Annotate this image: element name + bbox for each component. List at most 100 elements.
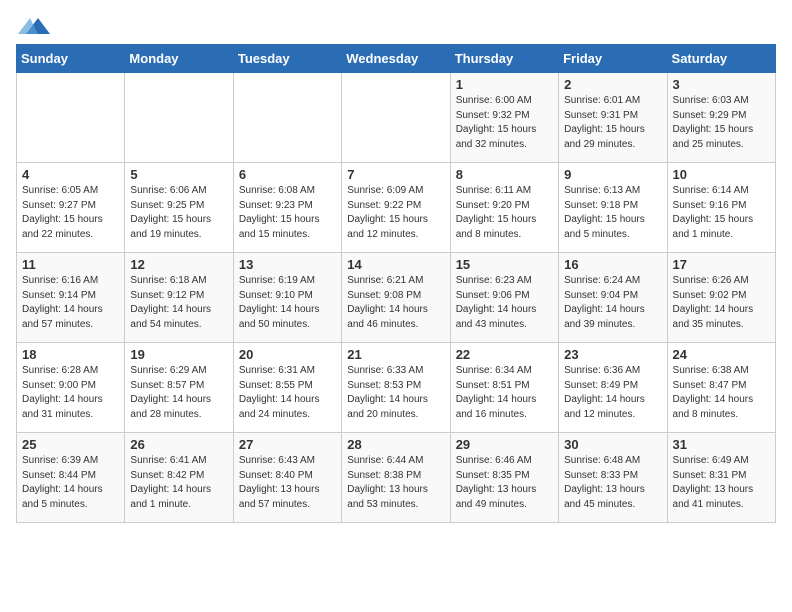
calendar-week-2: 4 Sunrise: 6:05 AM Sunset: 9:27 PM Daylig… (17, 163, 776, 253)
day-info: Sunrise: 6:48 AM Sunset: 8:33 PM Dayligh… (564, 454, 661, 512)
day-number: 18 (22, 347, 119, 362)
calendar-cell: 14 Sunrise: 6:21 AM Sunset: 9:08 PM Dayli… (342, 253, 450, 343)
calendar-cell: 17Sunrise: 6:26 AM Sunset: 9:02 PM Dayli… (667, 253, 775, 343)
calendar-week-3: 11Sunrise: 6:16 AM Sunset: 9:14 PM Dayli… (17, 253, 776, 343)
day-number: 31 (673, 437, 770, 452)
day-number: 30 (564, 437, 661, 452)
calendar-cell (125, 73, 233, 163)
calendar-cell: 5 Sunrise: 6:06 AM Sunset: 9:25 PM Daylig… (125, 163, 233, 253)
weekday-saturday: Saturday (667, 45, 775, 73)
day-info: Sunrise: 6:46 AM Sunset: 8:35 PM Dayligh… (456, 454, 553, 512)
day-number: 5 (130, 167, 227, 182)
day-info: Sunrise: 6:08 AM Sunset: 9:23 PM Dayligh… (239, 184, 336, 242)
calendar-cell: 12Sunrise: 6:18 AM Sunset: 9:12 PM Dayli… (125, 253, 233, 343)
calendar-cell: 21 Sunrise: 6:33 AM Sunset: 8:53 PM Dayli… (342, 343, 450, 433)
weekday-friday: Friday (559, 45, 667, 73)
day-info: Sunrise: 6:11 AM Sunset: 9:20 PM Dayligh… (456, 184, 553, 242)
calendar-body: 1 Sunrise: 6:00 AM Sunset: 9:32 PM Daylig… (17, 73, 776, 523)
calendar-cell: 25 Sunrise: 6:39 AM Sunset: 8:44 PM Dayli… (17, 433, 125, 523)
calendar-cell: 28Sunrise: 6:44 AM Sunset: 8:38 PM Dayli… (342, 433, 450, 523)
day-info: Sunrise: 6:09 AM Sunset: 9:22 PM Dayligh… (347, 184, 444, 242)
day-info: Sunrise: 6:19 AM Sunset: 9:10 PM Dayligh… (239, 274, 336, 332)
calendar-week-4: 18 Sunrise: 6:28 AM Sunset: 9:00 PM Dayli… (17, 343, 776, 433)
day-number: 20 (239, 347, 336, 362)
day-info: Sunrise: 6:38 AM Sunset: 8:47 PM Dayligh… (673, 364, 770, 422)
day-info: Sunrise: 6:03 AM Sunset: 9:29 PM Dayligh… (673, 94, 770, 152)
day-info: Sunrise: 6:41 AM Sunset: 8:42 PM Dayligh… (130, 454, 227, 512)
calendar-cell: 29 Sunrise: 6:46 AM Sunset: 8:35 PM Dayli… (450, 433, 558, 523)
day-info: Sunrise: 6:29 AM Sunset: 8:57 PM Dayligh… (130, 364, 227, 422)
calendar-cell: 2 Sunrise: 6:01 AM Sunset: 9:31 PM Daylig… (559, 73, 667, 163)
calendar-cell: 20 Sunrise: 6:31 AM Sunset: 8:55 PM Dayli… (233, 343, 341, 433)
day-info: Sunrise: 6:00 AM Sunset: 9:32 PM Dayligh… (456, 94, 553, 152)
day-info: Sunrise: 6:34 AM Sunset: 8:51 PM Dayligh… (456, 364, 553, 422)
calendar-cell: 31 Sunrise: 6:49 AM Sunset: 8:31 PM Dayli… (667, 433, 775, 523)
calendar-cell: 13 Sunrise: 6:19 AM Sunset: 9:10 PM Dayli… (233, 253, 341, 343)
calendar-cell (17, 73, 125, 163)
day-number: 25 (22, 437, 119, 452)
calendar-cell: 4 Sunrise: 6:05 AM Sunset: 9:27 PM Daylig… (17, 163, 125, 253)
day-info: Sunrise: 6:31 AM Sunset: 8:55 PM Dayligh… (239, 364, 336, 422)
calendar-cell: 24 Sunrise: 6:38 AM Sunset: 8:47 PM Dayli… (667, 343, 775, 433)
day-number: 29 (456, 437, 553, 452)
day-info: Sunrise: 6:36 AM Sunset: 8:49 PM Dayligh… (564, 364, 661, 422)
weekday-tuesday: Tuesday (233, 45, 341, 73)
day-number: 6 (239, 167, 336, 182)
logo-icon (18, 16, 50, 36)
calendar-cell: 23 Sunrise: 6:36 AM Sunset: 8:49 PM Dayli… (559, 343, 667, 433)
day-info: Sunrise: 6:06 AM Sunset: 9:25 PM Dayligh… (130, 184, 227, 242)
calendar-table: SundayMondayTuesdayWednesdayThursdayFrid… (16, 44, 776, 523)
day-number: 1 (456, 77, 553, 92)
day-number: 16 (564, 257, 661, 272)
day-number: 8 (456, 167, 553, 182)
day-number: 19 (130, 347, 227, 362)
day-number: 21 (347, 347, 444, 362)
calendar-cell: 15Sunrise: 6:23 AM Sunset: 9:06 PM Dayli… (450, 253, 558, 343)
day-number: 2 (564, 77, 661, 92)
day-info: Sunrise: 6:05 AM Sunset: 9:27 PM Dayligh… (22, 184, 119, 242)
day-number: 11 (22, 257, 119, 272)
calendar-header: SundayMondayTuesdayWednesdayThursdayFrid… (17, 45, 776, 73)
day-number: 7 (347, 167, 444, 182)
calendar-cell: 10Sunrise: 6:14 AM Sunset: 9:16 PM Dayli… (667, 163, 775, 253)
calendar-cell: 3 Sunrise: 6:03 AM Sunset: 9:29 PM Daylig… (667, 73, 775, 163)
day-number: 3 (673, 77, 770, 92)
calendar-cell: 1 Sunrise: 6:00 AM Sunset: 9:32 PM Daylig… (450, 73, 558, 163)
day-info: Sunrise: 6:21 AM Sunset: 9:08 PM Dayligh… (347, 274, 444, 332)
day-info: Sunrise: 6:01 AM Sunset: 9:31 PM Dayligh… (564, 94, 661, 152)
day-number: 14 (347, 257, 444, 272)
day-number: 22 (456, 347, 553, 362)
calendar-cell (233, 73, 341, 163)
day-info: Sunrise: 6:49 AM Sunset: 8:31 PM Dayligh… (673, 454, 770, 512)
day-number: 4 (22, 167, 119, 182)
day-info: Sunrise: 6:39 AM Sunset: 8:44 PM Dayligh… (22, 454, 119, 512)
weekday-sunday: Sunday (17, 45, 125, 73)
day-number: 10 (673, 167, 770, 182)
calendar-cell: 27 Sunrise: 6:43 AM Sunset: 8:40 PM Dayli… (233, 433, 341, 523)
day-number: 13 (239, 257, 336, 272)
day-number: 12 (130, 257, 227, 272)
calendar-week-1: 1 Sunrise: 6:00 AM Sunset: 9:32 PM Daylig… (17, 73, 776, 163)
day-info: Sunrise: 6:13 AM Sunset: 9:18 PM Dayligh… (564, 184, 661, 242)
day-info: Sunrise: 6:44 AM Sunset: 8:38 PM Dayligh… (347, 454, 444, 512)
day-number: 27 (239, 437, 336, 452)
day-number: 23 (564, 347, 661, 362)
calendar-cell: 9 Sunrise: 6:13 AM Sunset: 9:18 PM Daylig… (559, 163, 667, 253)
day-number: 15 (456, 257, 553, 272)
day-info: Sunrise: 6:43 AM Sunset: 8:40 PM Dayligh… (239, 454, 336, 512)
calendar-cell: 22 Sunrise: 6:34 AM Sunset: 8:51 PM Dayli… (450, 343, 558, 433)
day-number: 24 (673, 347, 770, 362)
day-info: Sunrise: 6:33 AM Sunset: 8:53 PM Dayligh… (347, 364, 444, 422)
day-number: 17 (673, 257, 770, 272)
calendar-cell: 11Sunrise: 6:16 AM Sunset: 9:14 PM Dayli… (17, 253, 125, 343)
calendar-cell: 6 Sunrise: 6:08 AM Sunset: 9:23 PM Daylig… (233, 163, 341, 253)
day-number: 9 (564, 167, 661, 182)
weekday-wednesday: Wednesday (342, 45, 450, 73)
day-info: Sunrise: 6:28 AM Sunset: 9:00 PM Dayligh… (22, 364, 119, 422)
calendar-cell: 18 Sunrise: 6:28 AM Sunset: 9:00 PM Dayli… (17, 343, 125, 433)
day-info: Sunrise: 6:24 AM Sunset: 9:04 PM Dayligh… (564, 274, 661, 332)
calendar-week-5: 25 Sunrise: 6:39 AM Sunset: 8:44 PM Dayli… (17, 433, 776, 523)
calendar-cell: 7 Sunrise: 6:09 AM Sunset: 9:22 PM Daylig… (342, 163, 450, 253)
calendar-cell (342, 73, 450, 163)
weekday-row: SundayMondayTuesdayWednesdayThursdayFrid… (17, 45, 776, 73)
